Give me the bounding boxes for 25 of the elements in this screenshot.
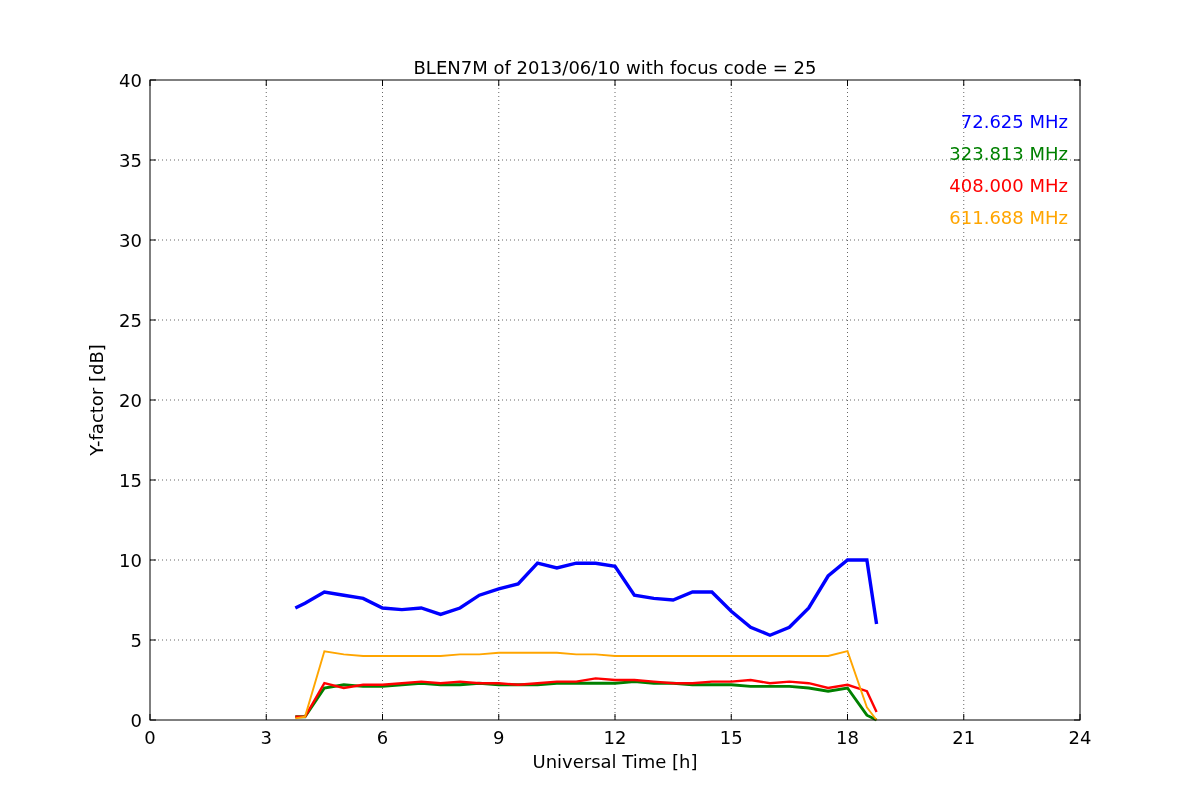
y-tick-label: 10 — [119, 550, 142, 571]
y-axis-label: Y-factor [dB] — [86, 344, 107, 456]
x-tick-label: 9 — [493, 727, 505, 748]
y-tick-label: 15 — [119, 470, 142, 491]
x-tick-label: 3 — [260, 727, 272, 748]
legend-label: 72.625 MHz — [960, 111, 1068, 132]
x-tick-label: 12 — [603, 727, 627, 748]
legend-label: 611.688 MHz — [949, 207, 1068, 228]
x-tick-label: 6 — [376, 727, 389, 748]
y-tick-label: 30 — [119, 230, 142, 251]
chart-title: BLEN7M of 2013/06/10 with focus code = 25 — [413, 57, 817, 78]
y-tick-label: 25 — [119, 310, 142, 331]
y-tick-label: 5 — [130, 630, 142, 651]
x-tick-label: 0 — [144, 727, 156, 748]
x-tick-label: 18 — [836, 727, 859, 748]
legend-label: 408.000 MHz — [949, 175, 1068, 196]
y-tick-label: 20 — [119, 390, 142, 411]
x-tick-label: 21 — [952, 727, 976, 748]
y-tick-label: 35 — [119, 150, 142, 171]
y-tick-label: 0 — [130, 710, 142, 731]
x-axis-label: Universal Time [h] — [532, 751, 698, 772]
x-tick-label: 24 — [1068, 727, 1092, 748]
x-tick-label: 15 — [719, 727, 743, 748]
legend-label: 323.813 MHz — [949, 143, 1068, 164]
y-tick-label: 40 — [119, 70, 142, 91]
